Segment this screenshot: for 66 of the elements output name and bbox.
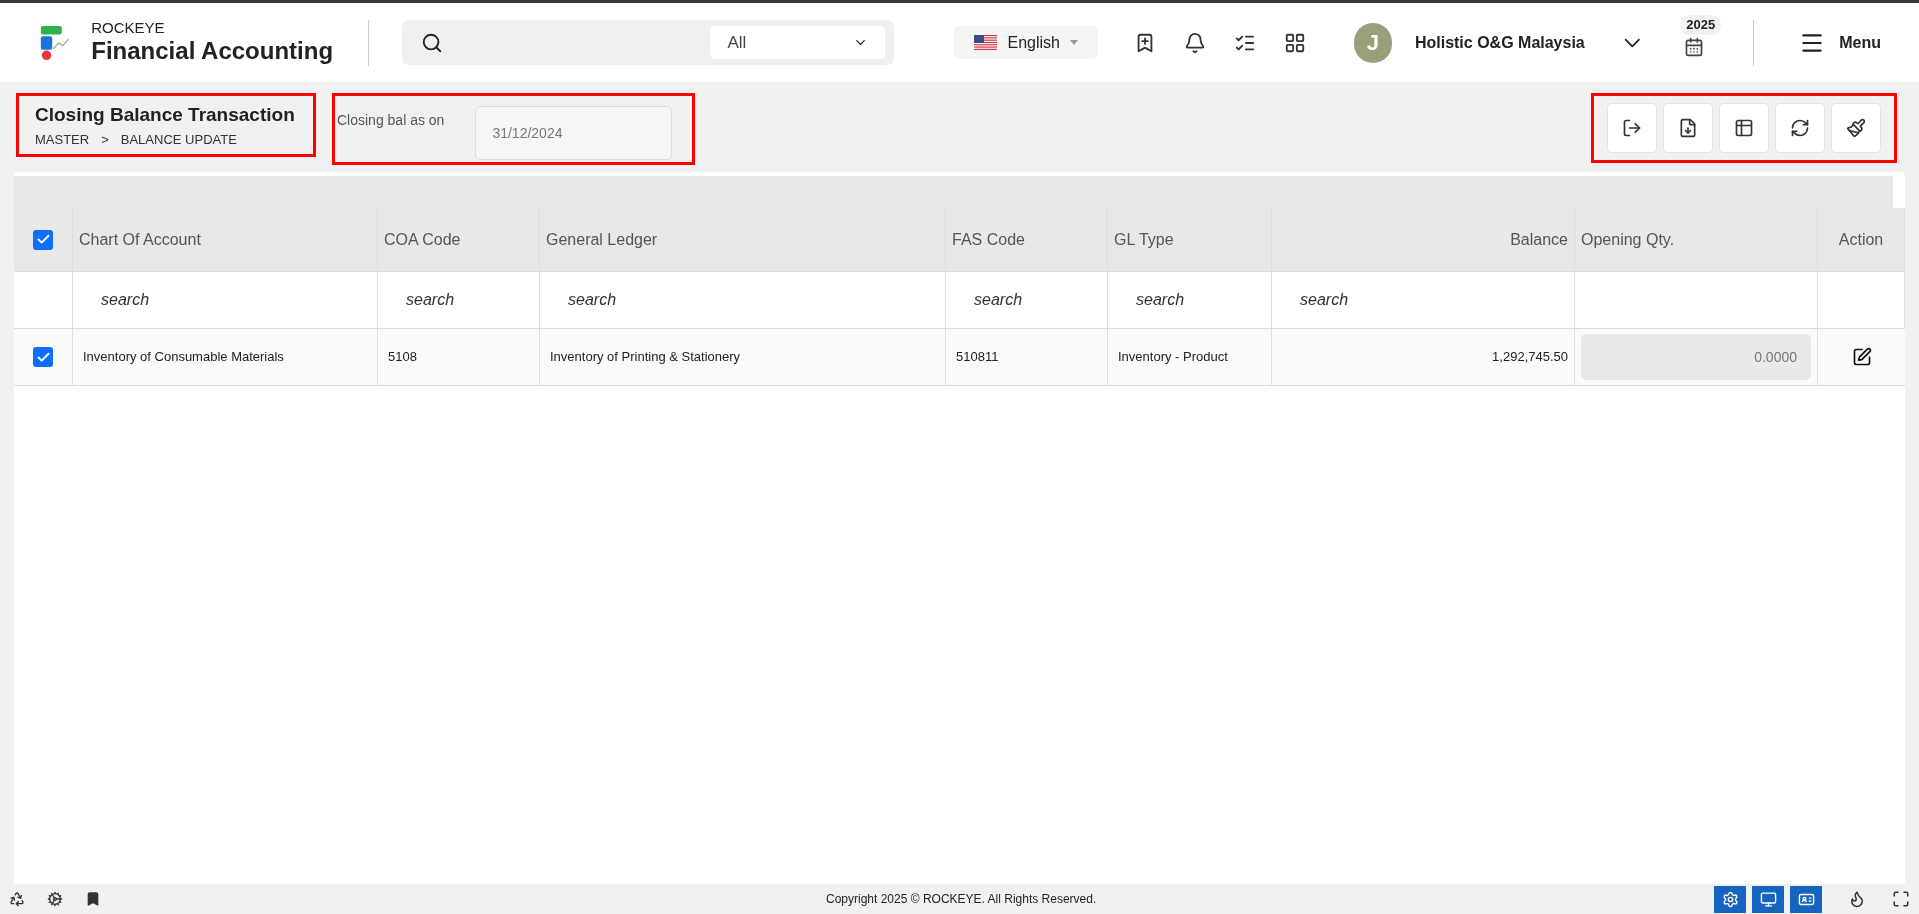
apps-grid-icon[interactable] — [1283, 31, 1306, 54]
flag-icon — [974, 35, 998, 50]
menu-button[interactable]: Menu — [1799, 29, 1881, 56]
column-header: Opening Qty. — [1581, 229, 1675, 250]
monitor-icon — [1759, 890, 1777, 908]
file-download-icon — [1678, 118, 1698, 138]
table-cell-text: Inventory of Printing & Stationery — [550, 348, 741, 367]
caret-icon — [1069, 40, 1078, 45]
gears-icon[interactable] — [47, 891, 63, 907]
bookmark-icon[interactable] — [85, 891, 101, 907]
brand-name: Financial Accounting — [91, 35, 334, 66]
export-button[interactable] — [1607, 103, 1657, 153]
refresh-button[interactable] — [1775, 103, 1825, 153]
checkbox[interactable] — [33, 347, 53, 367]
filter-field[interactable]: search — [1116, 288, 1263, 312]
language-selector[interactable]: English — [954, 26, 1098, 59]
column-header: Chart Of Account — [79, 229, 201, 250]
table-cell-text: Inventory - Product — [1118, 348, 1228, 367]
column-header: Action — [1838, 229, 1884, 250]
filter-dropdown[interactable]: All — [710, 26, 886, 59]
edit-icon[interactable] — [1851, 347, 1872, 367]
search-bar[interactable]: All — [402, 20, 895, 65]
id-card-button[interactable] — [1790, 885, 1822, 913]
table-edit-button[interactable] — [1719, 103, 1769, 153]
date-field[interactable]: 31/12/2024 — [475, 106, 673, 160]
filter-field[interactable]: search — [1280, 288, 1566, 312]
table-cell-text: 5108 — [388, 348, 417, 367]
search-icon — [421, 31, 443, 54]
gear-icon — [1721, 890, 1739, 908]
bell-icon[interactable] — [1183, 31, 1206, 54]
brush-icon — [1846, 118, 1866, 138]
table-edit-icon — [1734, 118, 1754, 138]
filter-field[interactable]: search — [386, 288, 531, 312]
column-header: GL Type — [1114, 229, 1174, 250]
fullscreen-icon[interactable] — [1892, 890, 1910, 908]
column-header: General Ledger — [546, 229, 658, 250]
calendar-icon[interactable] — [1684, 36, 1705, 57]
monitor-button[interactable] — [1752, 885, 1784, 913]
refresh-icon — [1790, 118, 1810, 138]
column-header: FAS Code — [952, 229, 1025, 250]
flame-icon[interactable] — [1848, 890, 1866, 908]
settings-button[interactable] — [1714, 885, 1746, 913]
table-cell-text: 1,292,745.50 — [1492, 348, 1568, 367]
brand-subtitle: ROCKEYE — [91, 19, 166, 38]
company-name: Holistic O&G Malaysia — [1414, 32, 1585, 53]
clear-button[interactable] — [1831, 103, 1881, 153]
breadcrumb-item[interactable]: MASTER — [35, 129, 90, 149]
filter-field[interactable]: search — [81, 288, 369, 312]
exit-icon — [1622, 118, 1642, 138]
checkbox[interactable] — [33, 229, 53, 250]
column-header: Balance — [1510, 229, 1568, 250]
year-badge: 2025 — [1680, 15, 1722, 35]
breadcrumb-item[interactable]: BALANCE UPDATE — [120, 129, 237, 149]
field-label: Closing bal as on — [337, 111, 445, 130]
table-cell-text: Inventory of Consumable Materials — [83, 348, 284, 367]
recycle-icon[interactable] — [9, 891, 25, 907]
table-cell-text: 510811 — [956, 348, 999, 367]
check-icon — [35, 232, 51, 247]
download-button[interactable] — [1663, 103, 1713, 153]
column-header: COA Code — [384, 229, 461, 250]
quantity-field[interactable]: 0.0000 — [1581, 334, 1811, 380]
page-title: Closing Balance Transaction — [35, 103, 296, 127]
breadcrumb-separator: > — [101, 130, 109, 149]
copyright-text: Copyright 2025 © ROCKEYE. All Rights Reserved. — [826, 891, 1097, 908]
filter-field[interactable]: search — [548, 288, 937, 312]
filter-field[interactable]: search — [954, 288, 1099, 312]
